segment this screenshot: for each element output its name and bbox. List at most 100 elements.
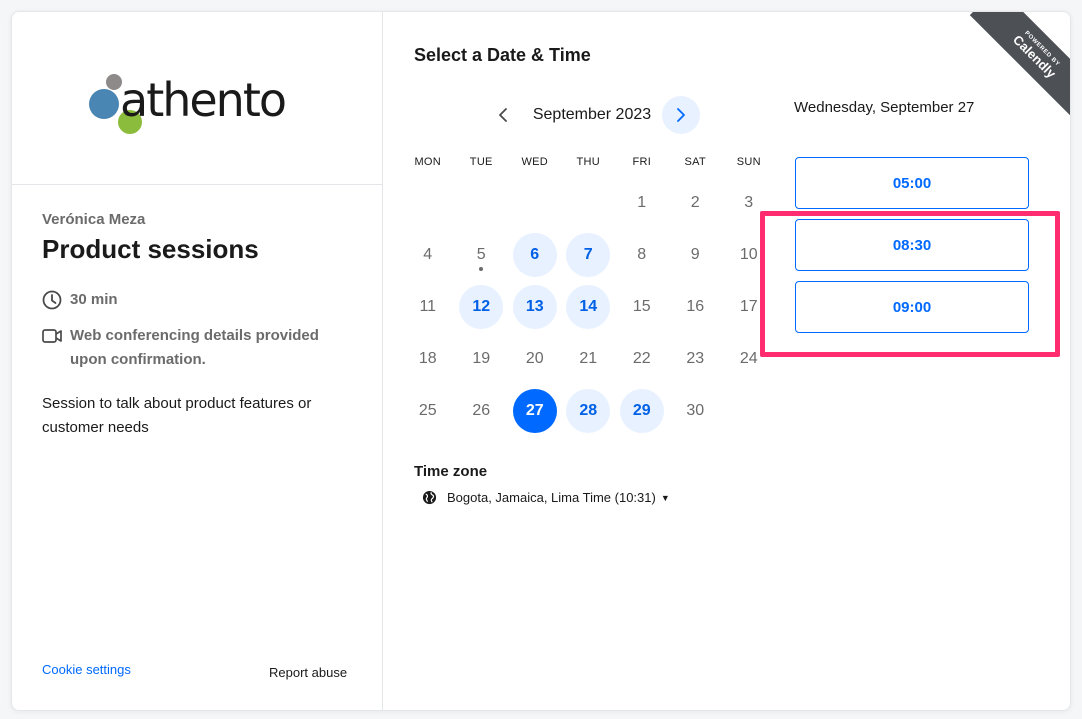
calendar-day: 8 [615, 229, 669, 281]
month-navigation: September 2023 [484, 96, 700, 134]
day-number: 15 [632, 298, 651, 315]
timezone-label: Time zone [414, 463, 488, 480]
weekday-header: MON TUE WED THU FRI SAT SUN [401, 156, 776, 168]
day-number: 26 [472, 402, 491, 419]
calendar-day: 25 [401, 385, 455, 437]
calendar-day: 2 [669, 177, 723, 229]
weekday-label: WED [521, 156, 549, 168]
day-number: 14 [566, 285, 611, 329]
day-number: 8 [637, 246, 647, 263]
calendar-day: 21 [562, 333, 616, 385]
conferencing-text: Web conferencing details provided upon c… [70, 327, 319, 368]
clock-icon [42, 288, 62, 312]
weekday-label: TUE [469, 156, 493, 168]
day-number: 16 [686, 298, 705, 315]
previous-month-button[interactable] [484, 96, 522, 134]
calendar-day: 20 [508, 333, 562, 385]
day-number: 18 [418, 350, 437, 367]
calendar-empty-cell [455, 177, 509, 229]
day-number: 1 [637, 194, 647, 211]
svg-text:athento: athento [120, 73, 285, 127]
calendar-day: 11 [401, 281, 455, 333]
calendar-day: 26 [455, 385, 509, 437]
calendar-day[interactable]: 7 [562, 229, 616, 281]
calendar-day[interactable]: 28 [562, 385, 616, 437]
calendar-empty-cell [508, 177, 562, 229]
cookie-settings-link[interactable]: Cookie settings [42, 662, 131, 677]
calendar-day: 23 [669, 333, 723, 385]
event-details-panel: athento Verónica Meza Product sessions 3… [12, 12, 383, 710]
timezone-value: Bogota, Jamaica, Lima Time (10:31) [447, 490, 656, 505]
weekday-label: SAT [684, 156, 706, 168]
calendar-day: 5 [455, 229, 509, 281]
day-number: 7 [566, 233, 611, 277]
caret-down-icon: ▼ [660, 492, 670, 503]
calendar-day: 18 [401, 333, 455, 385]
duration-text: 30 min [70, 291, 118, 308]
day-number: 28 [566, 389, 611, 433]
timezone-select[interactable]: Bogota, Jamaica, Lima Time (10:31) ▼ [422, 490, 670, 505]
day-number: 30 [686, 402, 705, 419]
chevron-left-icon [499, 108, 507, 122]
logo-area: athento [12, 12, 382, 185]
calendar-day[interactable]: 14 [562, 281, 616, 333]
day-number: 25 [418, 402, 437, 419]
day-number: 3 [744, 194, 754, 211]
day-number: 29 [619, 389, 664, 433]
calendar-day: 9 [669, 229, 723, 281]
calendar-day: 10 [722, 229, 776, 281]
time-slot-button[interactable]: 08:30 [795, 219, 1029, 271]
organizer-name: Verónica Meza [42, 211, 146, 228]
day-number: 11 [419, 298, 437, 315]
day-number: 2 [690, 194, 700, 211]
next-month-button[interactable] [662, 96, 700, 134]
video-camera-icon [42, 324, 62, 348]
calendar-day: 19 [455, 333, 509, 385]
report-abuse-link[interactable]: Report abuse [269, 665, 347, 680]
event-title: Product sessions [42, 234, 259, 264]
weekday-label: THU [576, 156, 600, 168]
calendly-ribbon[interactable]: POWERED BY Calendly [969, 12, 1070, 122]
day-number: 9 [690, 246, 700, 263]
day-number: 20 [525, 350, 544, 367]
page-title: Select a Date & Time [414, 45, 591, 65]
day-number: 24 [739, 350, 758, 367]
calendar-day: 17 [722, 281, 776, 333]
duration-detail: 30 min [42, 288, 118, 312]
calendar-day: 30 [669, 385, 723, 437]
calendar-day: 22 [615, 333, 669, 385]
calendar-day: 3 [722, 177, 776, 229]
day-number: 23 [686, 350, 705, 367]
calendar-day: 15 [615, 281, 669, 333]
day-number: 4 [423, 246, 433, 263]
calendar-day[interactable]: 13 [508, 281, 562, 333]
calendar-grid: 1 2 3 4 5 6 7 8 9 10 11 12 13 14 15 16 17 18 19 20 21 22 23 24 2… [401, 177, 776, 437]
calendar-day[interactable]: 29 [615, 385, 669, 437]
athento-logo: athento [89, 73, 287, 134]
conferencing-detail: Web conferencing details provided upon c… [42, 324, 342, 372]
month-label: September 2023 [532, 106, 652, 123]
day-number: 17 [739, 298, 758, 315]
event-description: Session to talk about product features o… [42, 395, 312, 436]
day-number: 12 [459, 285, 504, 329]
day-number: 22 [632, 350, 651, 367]
day-number: 6 [512, 233, 557, 277]
weekday-label: FRI [632, 156, 652, 168]
day-number: 10 [739, 246, 758, 263]
selected-date-label: Wednesday, September 27 [794, 99, 975, 116]
calendar-day[interactable]: 27 [508, 385, 562, 437]
calendar-empty-cell [562, 177, 616, 229]
calendar-day: 24 [722, 333, 776, 385]
calendar-day: 4 [401, 229, 455, 281]
calendar-day[interactable]: 12 [455, 281, 509, 333]
time-slot-button[interactable]: 05:00 [795, 157, 1029, 209]
chevron-right-icon [677, 108, 685, 122]
day-number: 21 [579, 350, 598, 367]
globe-icon [422, 490, 437, 505]
day-number: 13 [512, 285, 557, 329]
time-slot-button[interactable]: 09:00 [795, 281, 1029, 333]
day-number: 27 [512, 389, 557, 433]
calendar-day[interactable]: 6 [508, 229, 562, 281]
calendar-empty-cell [401, 177, 455, 229]
booking-card: athento Verónica Meza Product sessions 3… [11, 11, 1071, 711]
